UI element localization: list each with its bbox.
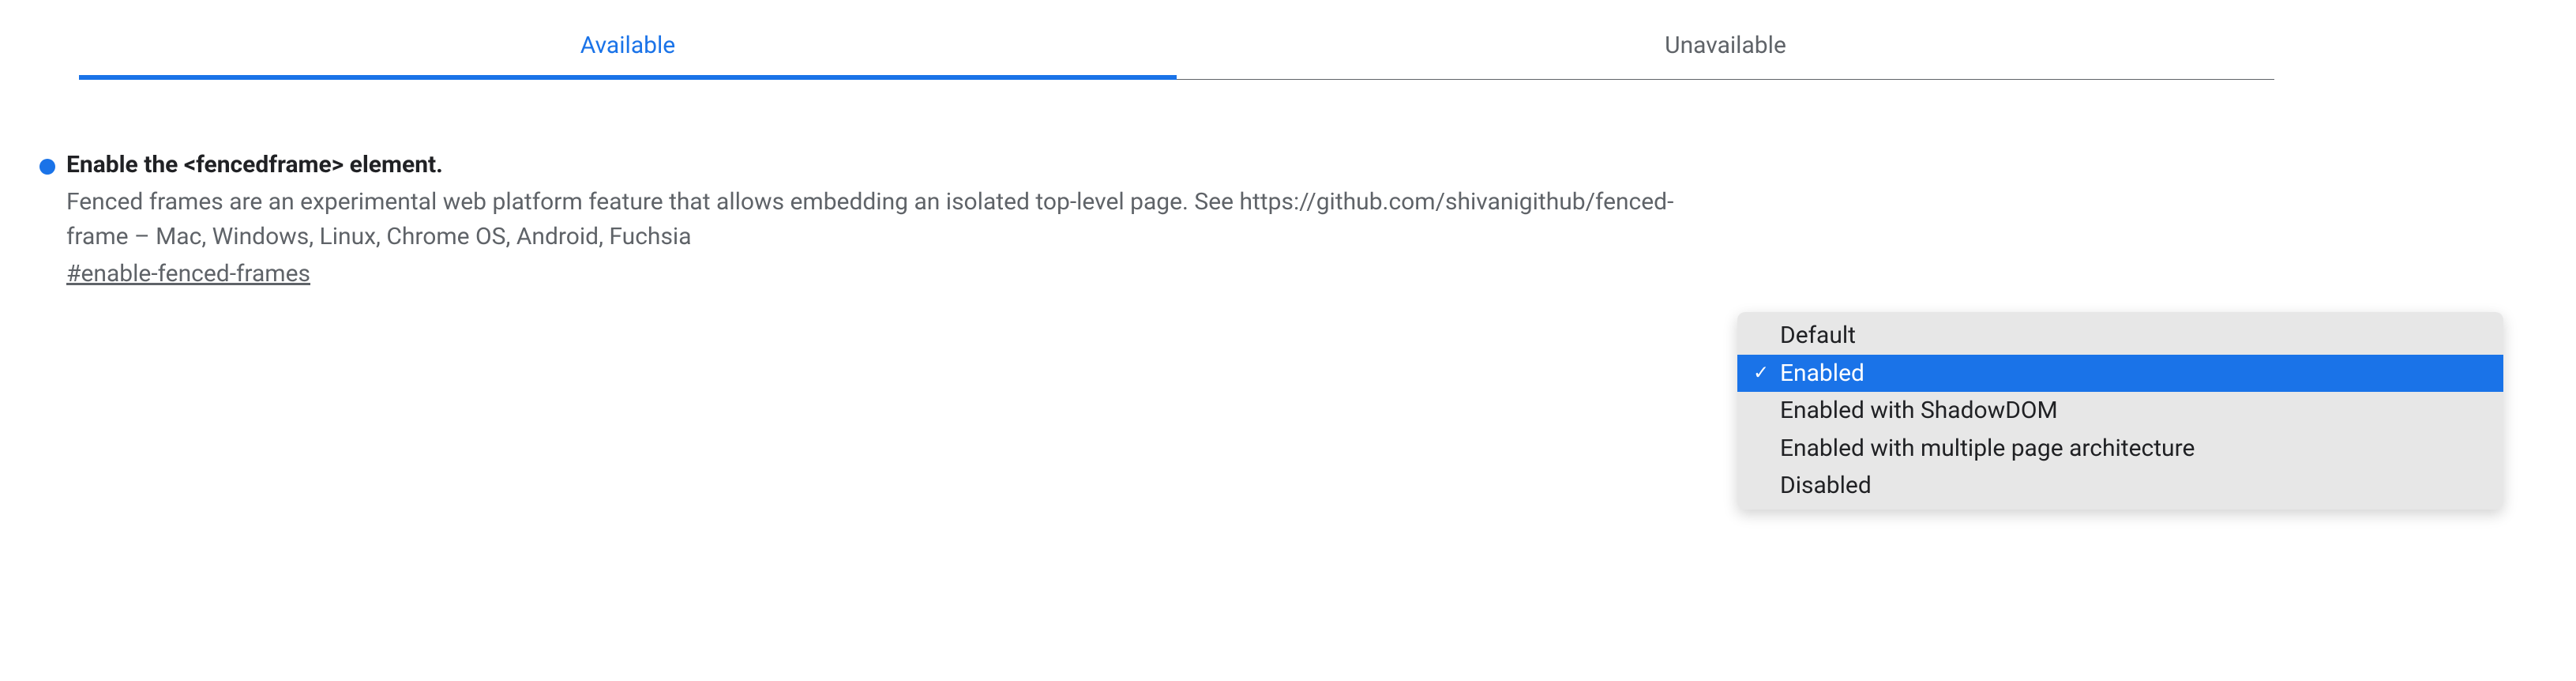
modified-indicator-icon <box>39 159 55 175</box>
dropdown-option-label: Enabled with multiple page architecture <box>1780 435 2195 462</box>
dropdown-option-disabled[interactable]: Disabled <box>1737 467 2503 505</box>
dropdown-option-default[interactable]: Default <box>1737 317 2503 355</box>
tab-available[interactable]: Available <box>79 16 1177 79</box>
flags-tabs: Available Unavailable <box>79 16 2274 80</box>
flag-state-dropdown[interactable]: Default ✓ Enabled Enabled with ShadowDOM… <box>1737 312 2503 510</box>
dropdown-option-label: Enabled <box>1780 359 1864 387</box>
tab-unavailable[interactable]: Unavailable <box>1177 16 2274 79</box>
flag-title: Enable the <fencedframe> element. <box>66 151 1709 179</box>
dropdown-option-enabled[interactable]: ✓ Enabled <box>1737 355 2503 393</box>
dropdown-option-label: Disabled <box>1780 472 1872 499</box>
flag-row: Enable the <fencedframe> element. Fenced… <box>39 151 2537 288</box>
flag-anchor-link[interactable]: #enable-fenced-frames <box>66 260 310 288</box>
dropdown-option-enabled-shadowdom[interactable]: Enabled with ShadowDOM <box>1737 392 2503 430</box>
flag-description: Fenced frames are an experimental web pl… <box>66 185 1709 254</box>
checkmark-icon: ✓ <box>1753 359 1769 387</box>
tab-available-label: Available <box>580 32 675 59</box>
dropdown-option-enabled-mpa[interactable]: Enabled with multiple page architecture <box>1737 430 2503 468</box>
tab-unavailable-label: Unavailable <box>1665 32 1786 59</box>
dropdown-option-label: Enabled with ShadowDOM <box>1780 397 2058 424</box>
dropdown-option-label: Default <box>1780 322 1856 349</box>
flag-content: Enable the <fencedframe> element. Fenced… <box>66 151 1709 288</box>
